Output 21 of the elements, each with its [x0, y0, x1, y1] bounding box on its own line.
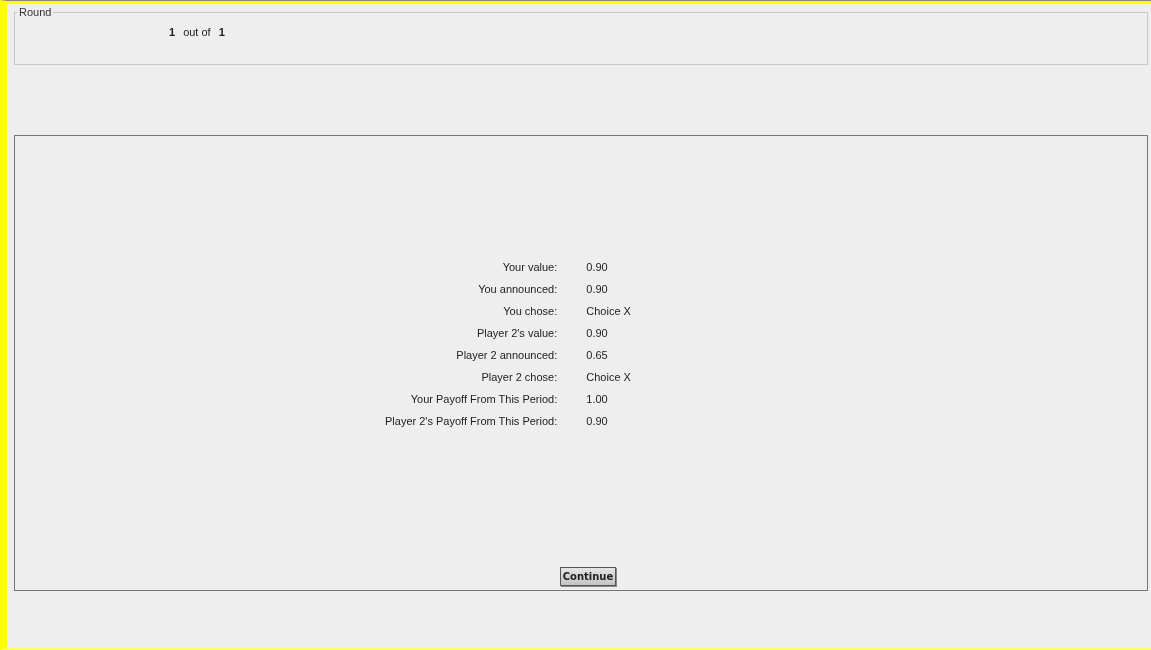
round-total: 1	[218, 26, 225, 38]
result-value: 0.65	[586, 348, 609, 362]
result-label: Your Payoff From This Period:	[409, 392, 558, 406]
result-value: 0.90	[586, 260, 609, 274]
result-value: 0.90	[586, 282, 609, 296]
result-label: Player 2's Payoff From This Period:	[385, 414, 558, 428]
result-label: Player 2 announced:	[455, 348, 558, 362]
result-label: You announced:	[477, 282, 558, 296]
round-legend: Round	[17, 6, 54, 18]
round-number: 1	[169, 26, 176, 38]
continue-button[interactable]: Continue	[559, 567, 617, 586]
result-value: 0.90	[586, 326, 609, 340]
result-value: 1.00	[586, 392, 609, 406]
result-value: 0.90	[586, 414, 609, 428]
result-value: Choice X	[586, 304, 632, 318]
result-value: Choice X	[586, 370, 632, 384]
round-separator: out of	[183, 26, 211, 38]
result-label: You chose:	[502, 304, 558, 318]
result-label: Your value:	[501, 260, 558, 274]
result-label: Player 2 chose:	[480, 370, 558, 384]
result-label: Player 2's value:	[475, 326, 558, 340]
